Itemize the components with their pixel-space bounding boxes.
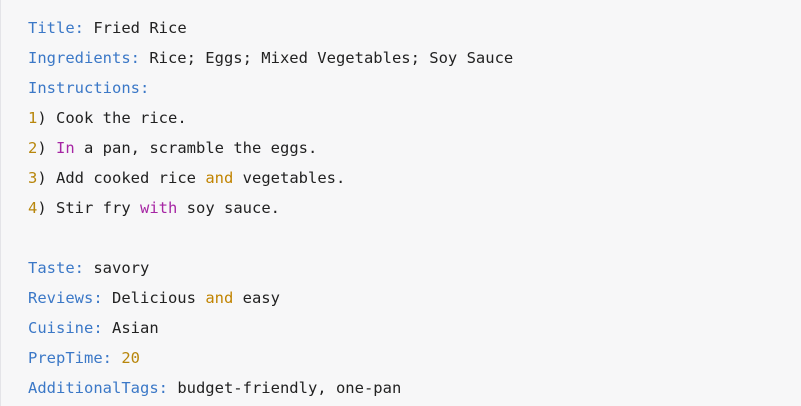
additional-tags-value: budget-friendly, one-pan [167,379,402,397]
instructions-key: Instructions: [28,79,150,97]
step-text: a pan, scramble the eggs. [74,139,318,157]
step-number: 3 [28,169,38,187]
instructions-line: Instructions: [28,73,513,103]
step-number: 2 [28,139,38,157]
cuisine-key: Cuisine: [28,319,103,337]
step-text: ) Add cooked rice [37,169,206,187]
additional-tags-line: AdditionalTags: budget-friendly, one-pan [28,373,513,403]
reviews-key: Reviews: [28,289,103,307]
keyword-and: and [205,169,234,187]
step-text: ) Cook the rice. [37,109,187,127]
step-text: soy sauce. [177,199,280,217]
taste-line: Taste: savory [28,253,513,283]
taste-key: Taste: [28,259,84,277]
cuisine-line: Cuisine: Asian [28,313,513,343]
keyword-and: and [205,289,234,307]
step-text: ) Stir fry [37,199,140,217]
ingredients-line: Ingredients: Rice; Eggs; Mixed Vegetable… [28,43,513,73]
keyword-in: In [56,139,75,157]
preptime-value: 20 [121,349,141,367]
step-number: 1 [28,109,38,127]
title-key: Title: [28,19,84,37]
additional-tags-key: AdditionalTags: [28,379,168,397]
instruction-step-1: 1) Cook the rice. [28,103,513,133]
recipe-text: Title: Fried Rice Ingredients: Rice; Egg… [28,13,513,403]
reviews-line: Reviews: Delicious and easy [28,283,513,313]
ingredients-key: Ingredients: [28,49,140,67]
instruction-step-4: 4) Stir fry with soy sauce. [28,193,513,223]
taste-value: savory [84,259,150,277]
reviews-text: easy [233,289,280,307]
preptime-line: PrepTime: 20 [28,343,513,373]
step-text: vegetables. [233,169,346,187]
step-number: 4 [28,199,38,217]
ingredients-value: Rice; Eggs; Mixed Vegetables; Soy Sauce [139,49,514,67]
title-value: Fried Rice [84,19,187,37]
cuisine-value: Asian [102,319,159,337]
preptime-key: PrepTime: [28,349,112,367]
instruction-step-2: 2) In a pan, scramble the eggs. [28,133,513,163]
title-line: Title: Fried Rice [28,13,513,43]
reviews-text: Delicious [102,289,206,307]
instruction-step-3: 3) Add cooked rice and vegetables. [28,163,513,193]
code-block: Title: Fried Rice Ingredients: Rice; Egg… [0,0,801,406]
step-text: ) [37,139,57,157]
keyword-with: with [140,199,178,217]
